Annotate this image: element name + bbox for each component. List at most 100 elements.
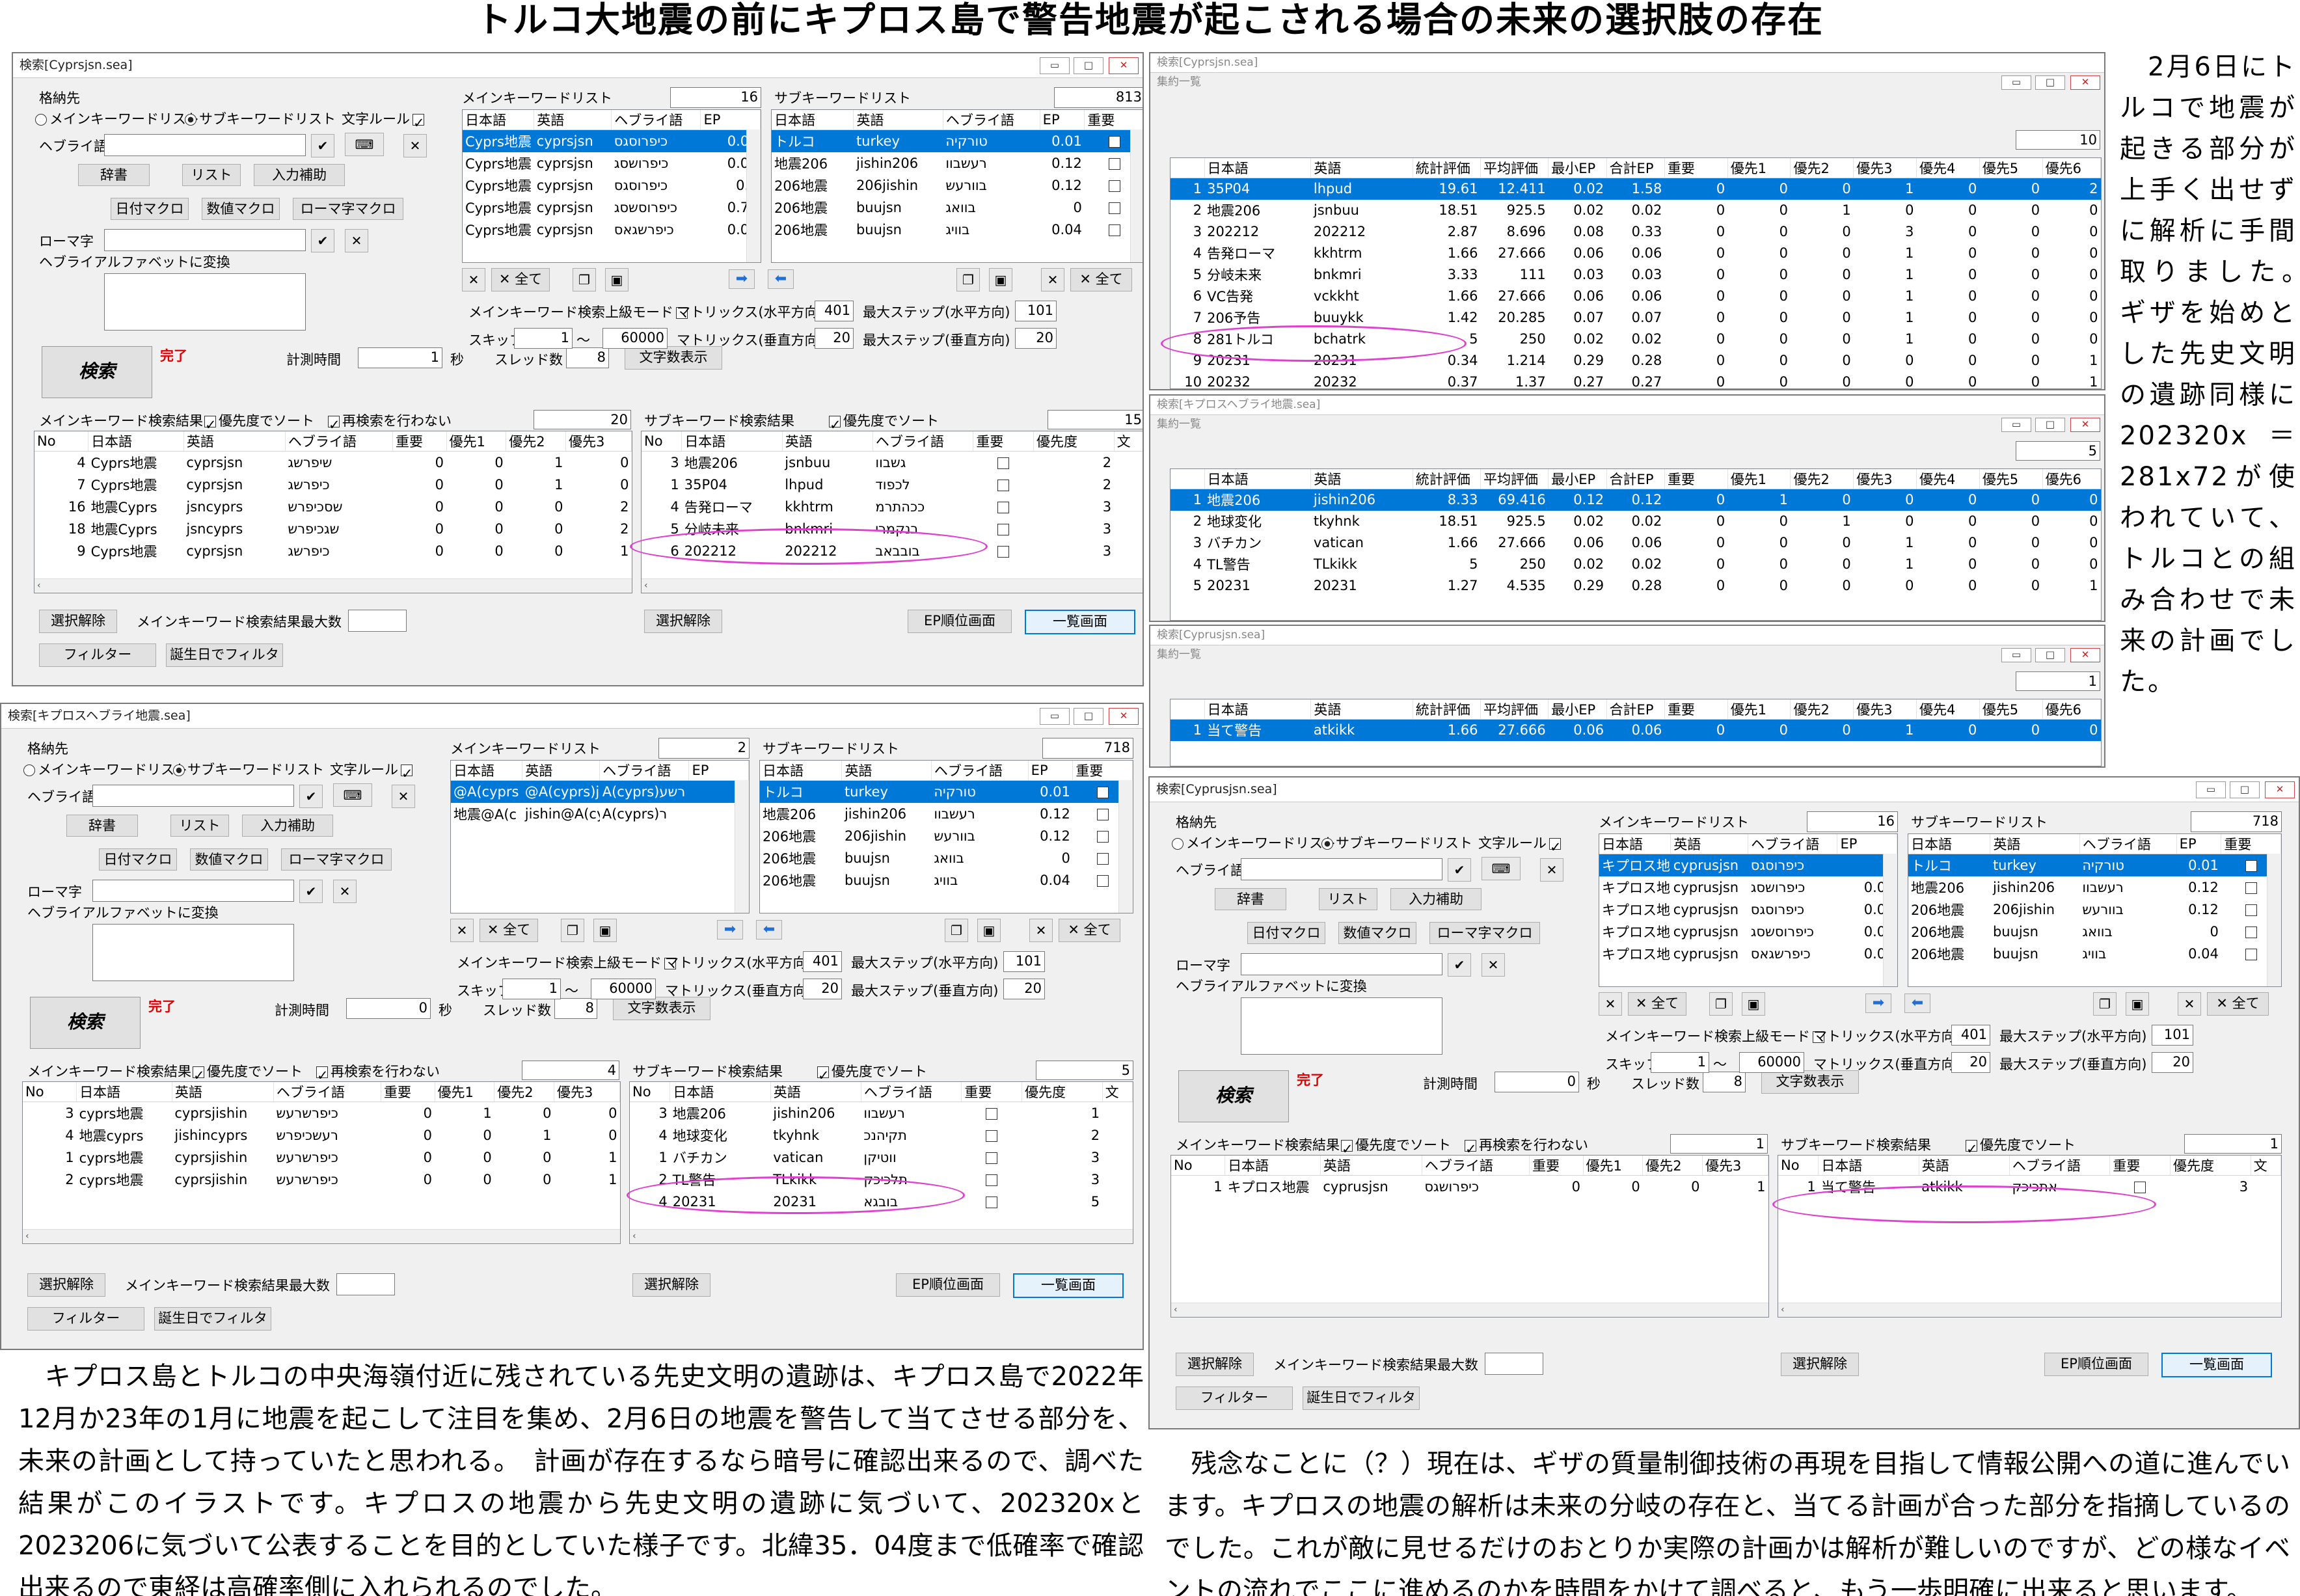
col-jp[interactable]: 日本語	[772, 110, 854, 130]
romaji-macro-button[interactable]: ローマ字マクロ	[1429, 922, 1540, 944]
number-macro-button[interactable]: 数値マクロ	[202, 198, 280, 220]
table-row[interactable]: 4 Cyprs地震 cyprsjsn שיפרשג 0 0 1 0	[34, 452, 632, 474]
list-item[interactable]: トルコ turkey טורקיה 0.01	[1908, 854, 2281, 876]
keyboard-icon[interactable]: ⌨	[333, 783, 372, 807]
clear-selection-button[interactable]: 選択解除	[1176, 1353, 1254, 1376]
col-pri3[interactable]: 優先3	[1702, 1156, 1768, 1176]
matrix-h-input[interactable]: 401	[815, 301, 854, 321]
col-pri2[interactable]: 優先2	[506, 431, 567, 452]
col-imp[interactable]: 重要	[1529, 1156, 1584, 1176]
col-no[interactable]: No	[1171, 1156, 1226, 1176]
sub-keyword-table[interactable]: 日本語 英語 ヘブライ語 EP 重要 トルコ turkey טורקיה 0.01 地震206 ji…	[759, 760, 1133, 913]
table-row[interactable]: 5 20231 20231 1.27 4.535 0.29 0.28 0 0 0 0 0 0 1	[1170, 575, 2101, 597]
copy-icon[interactable]: ❐	[2093, 992, 2117, 1016]
list-item[interactable]: キプロス地cyprusjsnכיפרוסגס0	[1599, 854, 1897, 876]
main-result-table[interactable]: No 日本語 英語 ヘブライ語 重要 優先1 優先2 優先3 1 キプロス地震 cyprusjsn כ…	[1170, 1155, 1769, 1318]
col-en[interactable]: 英語	[534, 110, 612, 130]
list-item[interactable]: 206地震 buujsn בוויג 0.04	[1908, 943, 2281, 965]
clear-selection-button[interactable]: 選択解除	[27, 1273, 105, 1297]
sub-result-table[interactable]: No 日本語 英語 ヘブライ語 重要 優先度文 1 当て警告 atkikk אתכיכק 3 ‹	[1778, 1155, 2282, 1318]
number-macro-button[interactable]: 数値マクロ	[1338, 922, 1416, 944]
char-count-button[interactable]: 文字数表示	[625, 346, 722, 370]
priority-sort-check[interactable]: ✓ 優先度でソート	[190, 1063, 303, 1083]
important-checkbox[interactable]	[962, 1191, 1022, 1213]
arrow-right-icon[interactable]: ➡	[729, 269, 755, 289]
col-header[interactable]: 日本語	[1204, 469, 1312, 489]
scrollbar[interactable]	[1118, 780, 1133, 913]
delete-icon[interactable]: ✕	[1599, 992, 1622, 1016]
table-row[interactable]: 4 告発ローマ kkhtrm ככהתרמ 3	[642, 496, 1143, 518]
scrollbar[interactable]	[1883, 854, 1897, 986]
check-icon[interactable]: ✔	[311, 134, 334, 157]
col-en[interactable]: 英語	[172, 1082, 274, 1102]
list-item[interactable]: 206地震 buujsn בוויג 0.04	[772, 219, 1143, 241]
col-header[interactable]: 平均評価	[1480, 158, 1549, 178]
table-row[interactable]: 4 告発ローマ kkhtrm 1.66 27.666 0.06 0.06 0 0 0 1 0 0 0	[1170, 243, 2101, 264]
matrix-v-input[interactable]: 20	[803, 979, 842, 999]
main-result-table[interactable]: No 日本語 英語 ヘブライ語 重要 優先1 優先2 優先3 4 Cyprs地震 cyprsjsn ש…	[34, 431, 632, 593]
table-row[interactable]: 10 20232 20232 0.37 1.37 0.27 0.27 0 0 0 0 0 0 1	[1170, 372, 2101, 388]
table-row[interactable]: 4 20231 20231 בובגא 5	[630, 1191, 1133, 1213]
col-he[interactable]: ヘブライ語	[2009, 1156, 2111, 1176]
paste-icon[interactable]: ▣	[605, 268, 629, 291]
col-imp[interactable]: 重要	[973, 431, 1035, 452]
copy-icon[interactable]: ❐	[945, 919, 968, 942]
col-header[interactable]	[1170, 158, 1205, 178]
char-rule-check[interactable]: 文字ルール ✓	[342, 111, 427, 131]
adv-mode-check[interactable]: メインキーワード検索上級モード	[1605, 1028, 1827, 1045]
matrix-v-input[interactable]: 20	[815, 328, 854, 349]
clear-selection-button[interactable]: 選択解除	[1781, 1353, 1859, 1376]
copy-icon[interactable]: ❐	[573, 268, 596, 291]
close-icon[interactable]: ✕	[2265, 781, 2295, 798]
table-row[interactable]: 18 地震Cyprs jsncyprs שגכיפרש 0 0 0 2	[34, 518, 632, 540]
birthday-filter-button[interactable]: 誕生日でフィルタ	[154, 1307, 271, 1331]
list-item[interactable]: キプロス地 cyprusjsn כיפרושסג 0.01	[1599, 876, 1897, 899]
romaji-input[interactable]	[92, 880, 294, 902]
scrollbar[interactable]: ‹	[1171, 1303, 1768, 1317]
priority-sort-check[interactable]: ✓ 優先度でソート	[202, 413, 314, 433]
check-icon[interactable]: ✔	[1448, 858, 1471, 882]
max-step-h-input[interactable]: 101	[2152, 1025, 2193, 1046]
main-keyword-table[interactable]: 日本語 英語 ヘブライ語 EP Cyprs地震 cyprsjsn כיפרוסגס 0.01 C…	[462, 109, 761, 263]
copy-icon[interactable]: ❐	[956, 268, 980, 291]
col-bun[interactable]: 文	[1102, 1082, 1133, 1102]
close-icon[interactable]: ✕	[333, 880, 357, 903]
col-he[interactable]: ヘブライ語	[1748, 834, 1838, 854]
col-imp[interactable]: 重要	[381, 1082, 435, 1102]
col-header[interactable]: 優先6	[2042, 699, 2101, 720]
minimize-icon[interactable]: ▭	[1040, 57, 1070, 74]
delete-all-button[interactable]: ✕ 全て	[491, 268, 550, 291]
no-research-check[interactable]: ✓ 再検索を行わない	[314, 1063, 440, 1083]
max-step-h-input[interactable]: 101	[1015, 301, 1057, 321]
table-row[interactable]: 3 cyprs地震 cyprsjishin כיפרשרעש 0 1 0 0	[23, 1102, 620, 1124]
col-header[interactable]: 日本語	[1204, 158, 1312, 178]
table-row[interactable]: 1 当て警告 atkikk 1.66 27.666 0.06 0.06 0 0 0 1 0 0 0	[1170, 719, 2101, 741]
date-macro-button[interactable]: 日付マクロ	[111, 198, 189, 220]
col-jp[interactable]: 日本語	[681, 431, 783, 452]
scrollbar[interactable]	[735, 780, 749, 913]
delete-all-button[interactable]: ✕ 全て	[1628, 992, 1686, 1016]
list-screen-button[interactable]: 一覧画面	[1025, 610, 1135, 634]
minimize-icon[interactable]: ▭	[2001, 648, 2031, 662]
col-imp[interactable]: 重要	[2109, 1156, 2171, 1176]
col-en[interactable]: 英語	[841, 761, 932, 781]
col-header[interactable]: 統計評価	[1413, 469, 1481, 489]
col-imp[interactable]: 重要	[392, 431, 447, 452]
hebrew-convert-output[interactable]	[1241, 997, 1442, 1055]
col-header[interactable]: 優先3	[1853, 469, 1917, 489]
maximize-icon[interactable]: □	[2035, 75, 2065, 90]
arrow-left-icon[interactable]: ⬅	[1904, 994, 1930, 1013]
hebrew-convert-output[interactable]	[92, 924, 294, 981]
adv-mode-check[interactable]: メインキーワード検索上級モード	[457, 954, 679, 971]
col-header[interactable]: 優先2	[1790, 158, 1854, 178]
clear-selection-button[interactable]: 選択解除	[39, 610, 117, 633]
col-header[interactable]: 合計EP	[1606, 158, 1665, 178]
table-row[interactable]: 7 206予告 buuykk 1.42 20.285 0.07 0.07 0 0 0 1 0 0 0	[1170, 307, 2101, 329]
table-row[interactable]: 16 地震Cyprs jsncyprs שסכיפרש 0 0 0 2	[34, 496, 632, 518]
col-header[interactable]: 優先6	[2042, 158, 2101, 178]
paste-icon[interactable]: ▣	[1742, 992, 1765, 1016]
col-en[interactable]: 英語	[1919, 1156, 2010, 1176]
paste-icon[interactable]: ▣	[989, 268, 1012, 291]
list-item[interactable]: @A(cyprs@A(cyprs)jisA(cyprs)רשע0	[451, 780, 749, 803]
main-keyword-table[interactable]: 日本語英語ヘブライ語EP@A(cyprs@A(cyprs)jisA(cyprs)…	[450, 760, 750, 913]
